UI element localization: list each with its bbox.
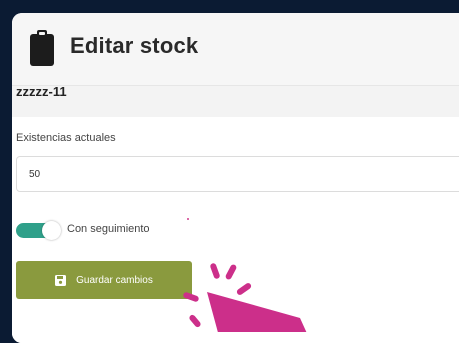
clipboard-icon	[30, 30, 54, 66]
product-name: zzzzz-11	[16, 84, 67, 99]
stock-input[interactable]	[16, 156, 459, 192]
stock-field-label: Existencias actuales	[16, 132, 116, 144]
decorative-dot	[187, 218, 189, 220]
tracking-toggle[interactable]	[16, 221, 61, 240]
floppy-disk-icon	[55, 274, 67, 286]
tracking-toggle-label: Con seguimiento	[67, 223, 150, 235]
screen-frame: Editar stock zzzzz-11 Existencias actual…	[0, 0, 459, 343]
page-title: Editar stock	[70, 33, 199, 58]
save-button-label: Guardar cambios	[76, 274, 153, 286]
toggle-knob	[42, 221, 61, 240]
save-changes-button[interactable]: Guardar cambios	[16, 261, 192, 299]
panel-header: Editar stock	[12, 13, 459, 86]
